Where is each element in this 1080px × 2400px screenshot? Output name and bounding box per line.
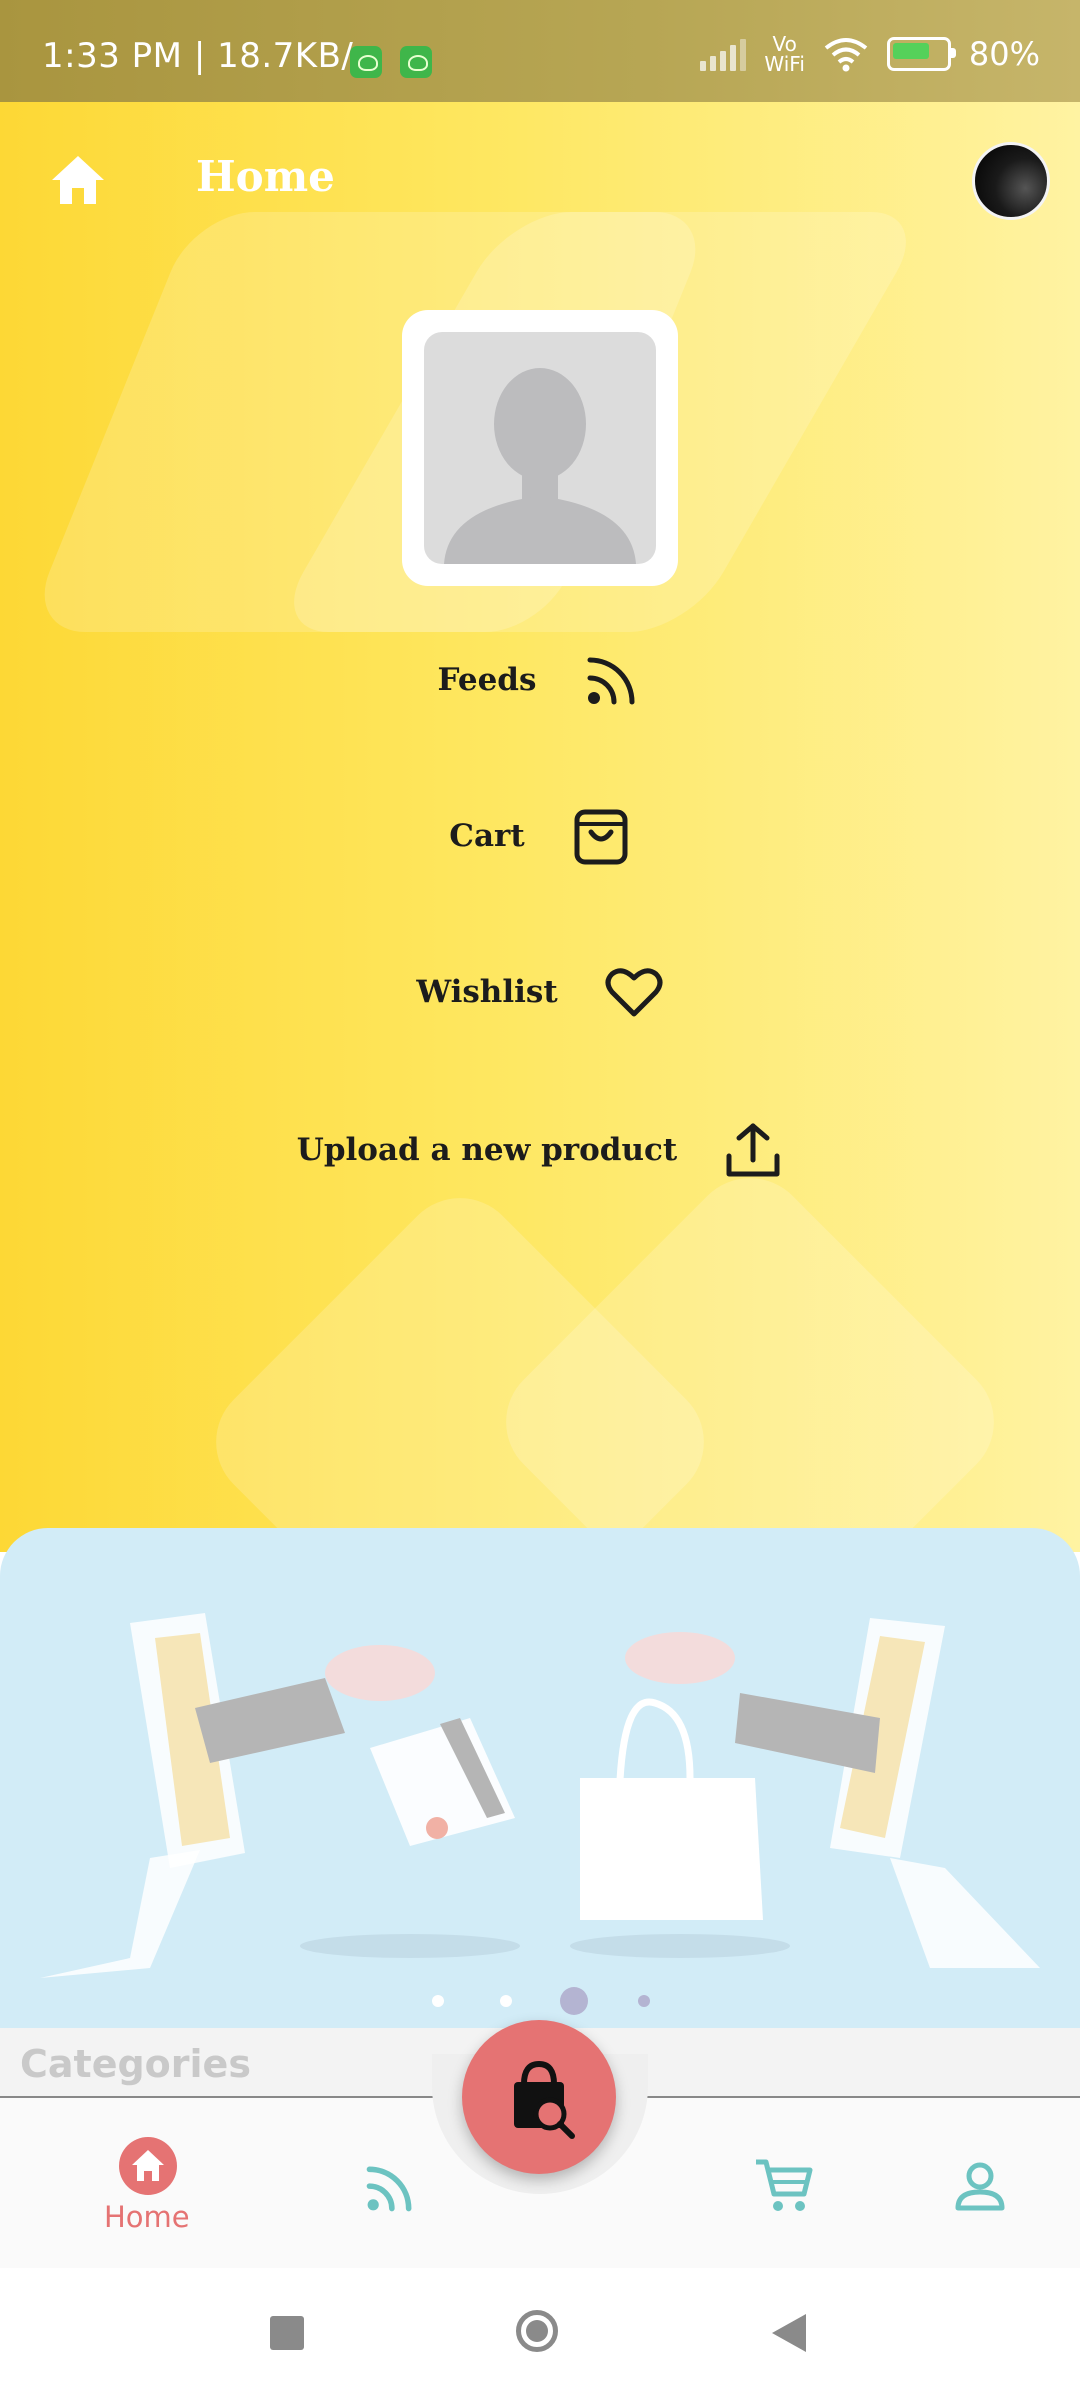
nav-feeds[interactable]: [362, 2160, 418, 2220]
battery-percent: 80%: [968, 35, 1040, 73]
profile-picture[interactable]: [402, 310, 678, 586]
menu-item-label: Cart: [449, 818, 525, 854]
home-icon: [119, 2137, 177, 2195]
page-title: Home: [196, 152, 335, 201]
decor-shape: [481, 1153, 1019, 1552]
carousel-indicators: [0, 1986, 1080, 2016]
vowifi-indicator: Vo WiFi: [764, 32, 805, 76]
notification-app-icon: [350, 46, 382, 78]
person-icon: [955, 2162, 1005, 2211]
menu-item-label: Feeds: [437, 662, 537, 698]
menu-item-cart[interactable]: Cart: [0, 796, 1080, 876]
rss-icon: [587, 657, 635, 705]
person-silhouette-icon: [444, 368, 636, 564]
cart-icon: [756, 2159, 813, 2211]
search-products-fab[interactable]: [462, 2020, 616, 2174]
online-shopping-illustration: [40, 1613, 1040, 1978]
recent-apps-button[interactable]: [270, 2316, 304, 2350]
carousel-dot[interactable]: [500, 1995, 512, 2007]
upload-icon: [726, 1123, 780, 1177]
status-time: 1:33 PM | 18.7KB/s: [42, 36, 372, 76]
menu-item-upload[interactable]: Upload a new product: [0, 1110, 1080, 1190]
menu-item-label: Upload a new product: [296, 1132, 678, 1168]
battery-icon: [886, 37, 956, 71]
heart-icon: [605, 968, 663, 1017]
menu-item-label: Wishlist: [416, 974, 558, 1010]
shopping-bag-search-icon: [514, 2060, 575, 2139]
status-bar: 1:33 PM | 18.7KB/s Vo WiFi 80%: [0, 0, 1080, 102]
notification-app-icon: [400, 46, 432, 78]
system-navigation-bar: [0, 2268, 1080, 2400]
nav-profile[interactable]: [952, 2158, 1008, 2218]
rss-icon: [366, 2166, 412, 2212]
user-avatar[interactable]: [972, 142, 1050, 220]
categories-title: Categories: [20, 2042, 251, 2086]
signal-icon: [700, 37, 747, 71]
shopping-bag-icon: [574, 809, 628, 865]
carousel-dot[interactable]: [638, 1995, 650, 2007]
menu-item-wishlist[interactable]: Wishlist: [0, 952, 1080, 1032]
home-button[interactable]: [516, 2310, 558, 2352]
home-icon[interactable]: [48, 152, 108, 208]
nav-home-label: Home: [104, 2200, 190, 2234]
menu-item-feeds[interactable]: Feeds: [0, 640, 1080, 720]
profile-placeholder-image: [424, 332, 656, 564]
nav-cart[interactable]: [752, 2154, 814, 2220]
back-button[interactable]: [768, 2312, 808, 2354]
carousel-dot-active[interactable]: [560, 1987, 588, 2015]
promo-carousel[interactable]: [0, 1528, 1080, 2028]
wifi-icon: [824, 38, 868, 72]
nav-home[interactable]: [118, 2136, 178, 2200]
carousel-dot[interactable]: [432, 1995, 444, 2007]
